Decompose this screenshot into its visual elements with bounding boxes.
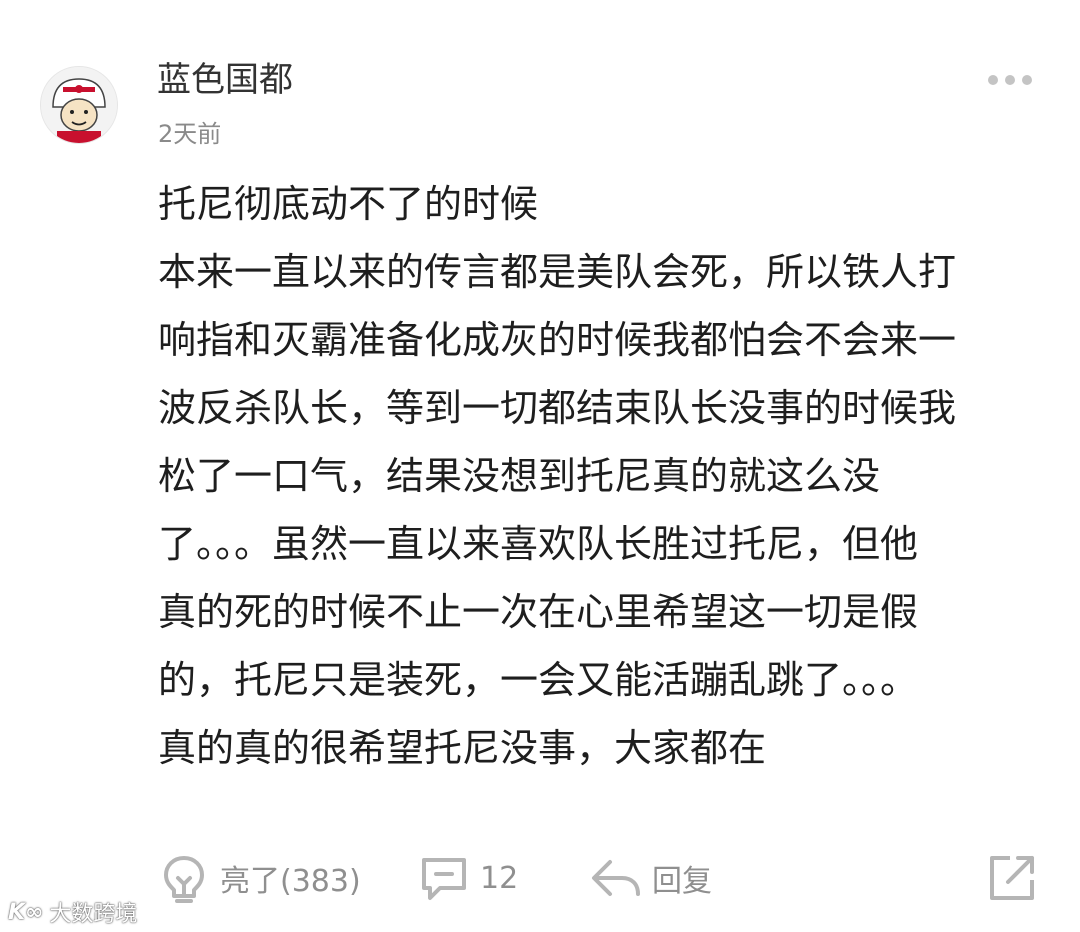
like-count: 亮了(383) <box>220 864 361 899</box>
comment-line: 的，托尼只是装死，一会又能活蹦乱跳了。。。 <box>158 658 919 702</box>
rockets-helmet-meme-avatar <box>41 67 117 143</box>
more-dot <box>1005 75 1015 85</box>
comment-body: 托尼彻底动不了的时候 本来一直以来的传言都是美队会死，所以铁人打 响指和灭霸准备… <box>158 170 1038 782</box>
more-options-button[interactable] <box>988 66 1032 94</box>
comment-line: 真的真的很希望托尼没事，大家都在 <box>158 726 767 770</box>
comment-line: 了。。。虽然一直以来喜欢队长胜过托尼，但他 <box>158 522 919 566</box>
comment-line: 本来一直以来的传言都是美队会死，所以铁人打 <box>158 250 957 294</box>
more-dots-icon <box>988 75 998 85</box>
like-button[interactable]: 亮了(383) <box>156 840 361 916</box>
reply-button[interactable]: 回复 <box>588 840 712 916</box>
comment-line: 真的死的时候不止一次在心里希望这一切是假 <box>158 590 919 634</box>
share-button[interactable] <box>984 840 1040 916</box>
comment-bubble-icon <box>422 858 466 900</box>
reply-label: 回复 <box>652 864 712 899</box>
comment-line: 松了一口气，结果没想到托尼真的就这么没 <box>158 454 881 498</box>
watermark: K∞ 大数跨境 <box>8 896 137 928</box>
username[interactable]: 蓝色国都 <box>157 58 293 102</box>
comment-line: 托尼彻底动不了的时候 <box>158 182 539 226</box>
share-icon <box>990 856 1034 900</box>
watermark-logo: K∞ <box>8 899 44 925</box>
watermark-text: 大数跨境 <box>49 902 138 927</box>
comment-line: 响指和灭霸准备化成灰的时候我都怕会不会来一 <box>158 318 957 362</box>
post-time: 2天前 <box>158 120 222 148</box>
avatar[interactable] <box>40 66 118 144</box>
action-bar: 亮了(383) 12 回复 <box>0 840 1080 916</box>
reply-arrow-icon <box>592 860 640 896</box>
comment-count: 12 <box>480 860 519 896</box>
comment-line: 波反杀队长，等到一切都结束队长没事的时候我 <box>158 386 957 430</box>
comment-button[interactable]: 12 <box>416 840 518 916</box>
lightbulb-icon <box>164 856 204 903</box>
more-dot <box>1022 75 1032 85</box>
